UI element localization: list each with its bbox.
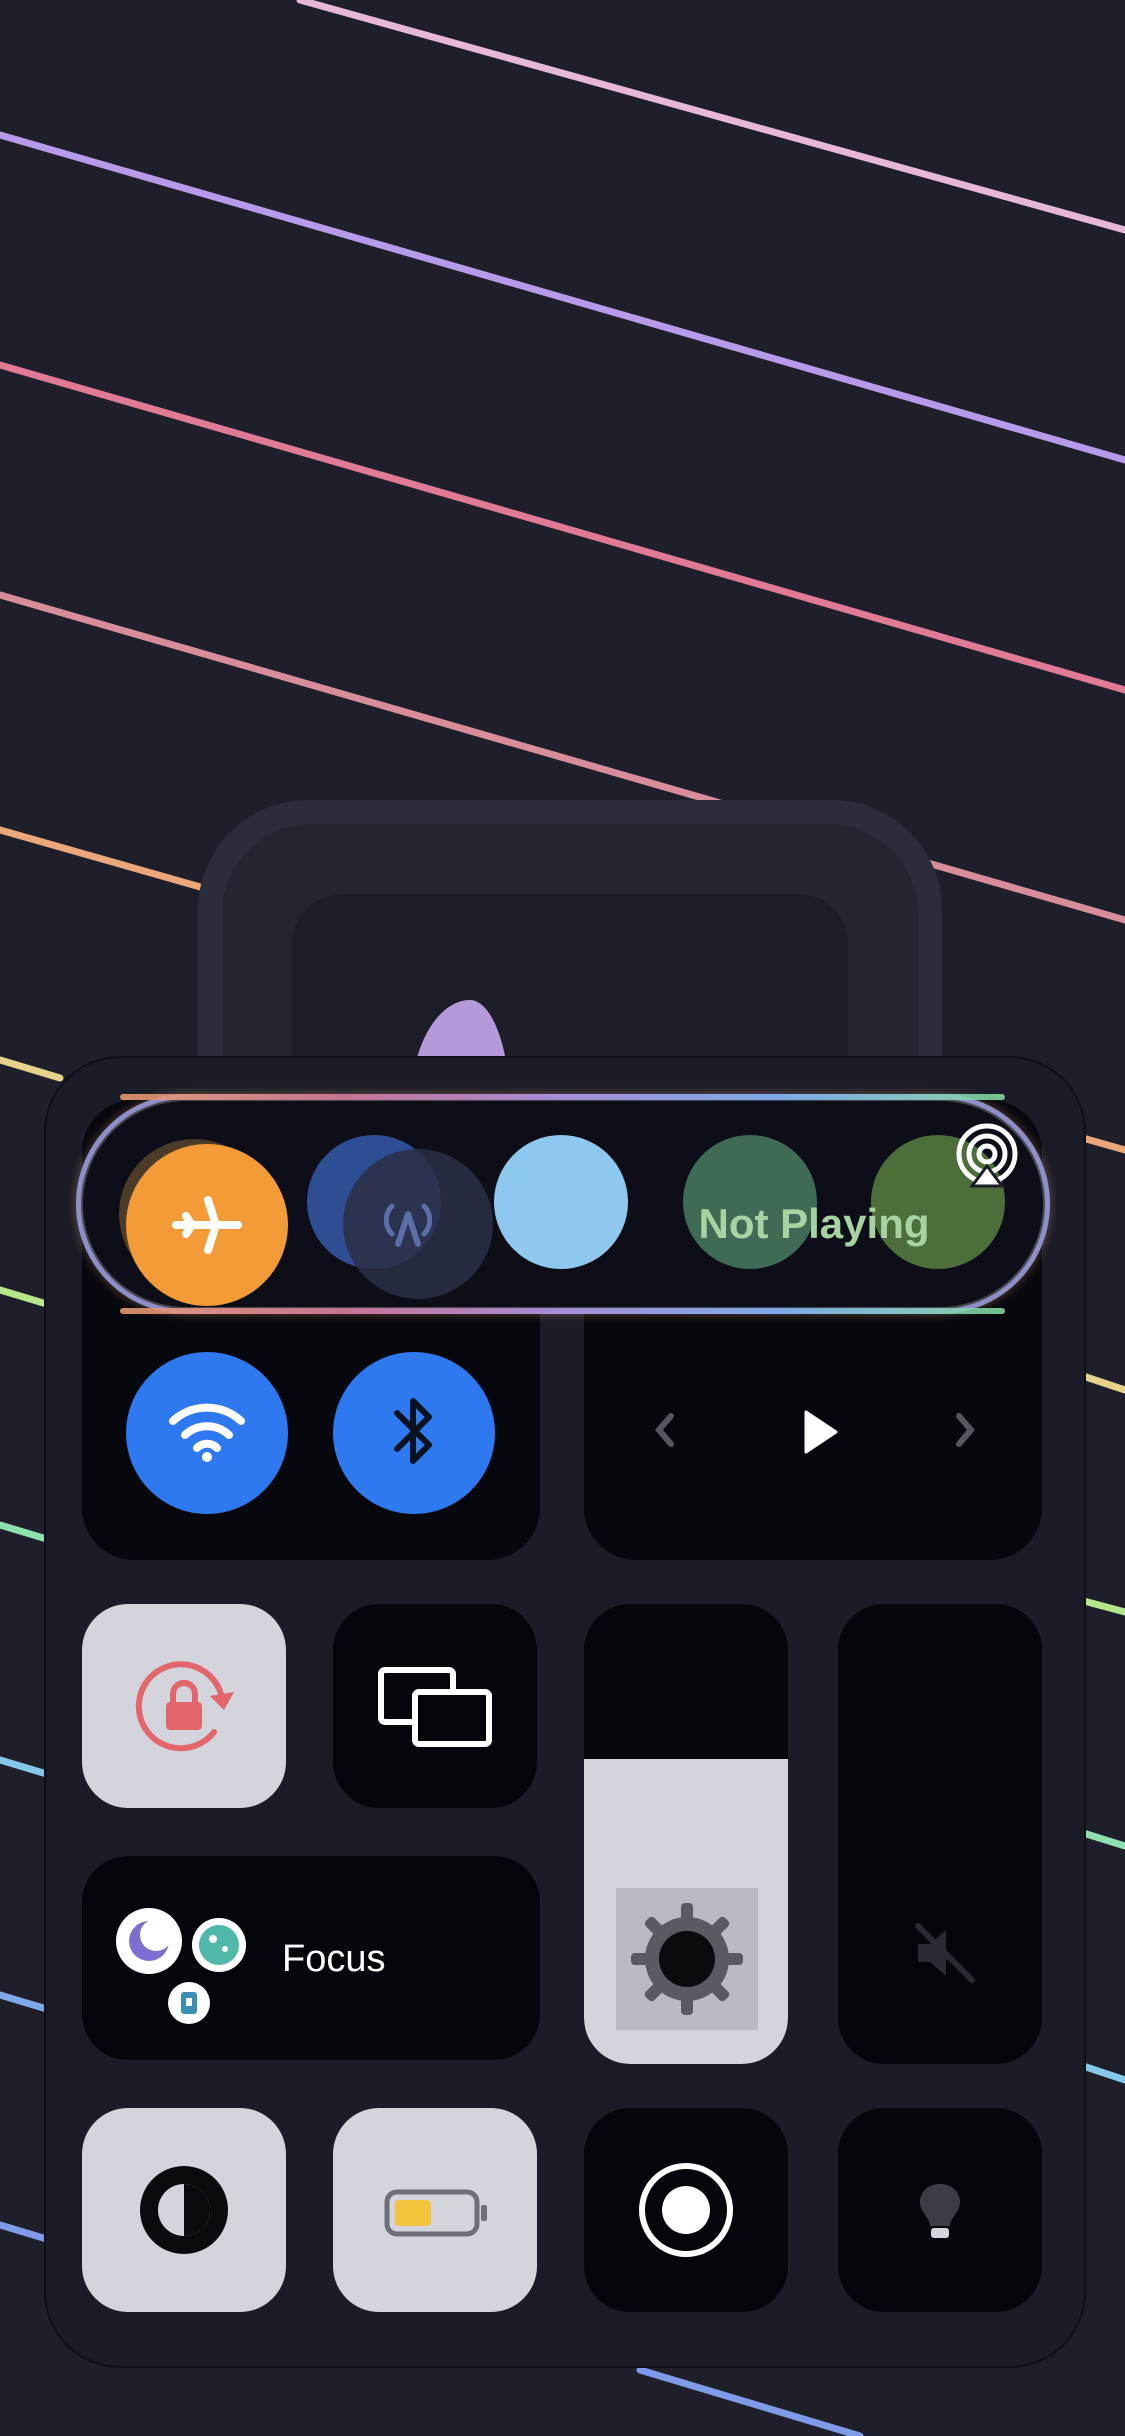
cellular-data-button[interactable]: [378, 1190, 438, 1260]
brightness-icon: [631, 1903, 743, 2015]
focus-label: Focus: [282, 1938, 386, 1980]
airplane-icon: [172, 1196, 242, 1254]
dark-mode-icon: [140, 2166, 228, 2254]
previous-button[interactable]: [640, 1400, 690, 1460]
pill-top-glow: [120, 1094, 1005, 1100]
next-icon: [956, 1413, 975, 1447]
mute-icon: [915, 1923, 975, 1983]
brightness-slider[interactable]: [584, 1604, 788, 2064]
low-power-button[interactable]: [333, 2108, 537, 2312]
focus-button[interactable]: Focus: [82, 1856, 540, 2060]
focus-badge-icon: [181, 1992, 197, 2014]
airplay-icon: [956, 1123, 1018, 1188]
airplay-button[interactable]: [952, 1120, 1022, 1190]
bluetooth-bubble-faded: [494, 1135, 628, 1269]
screen-mirroring-button[interactable]: [333, 1604, 537, 1808]
focus-moon-badge: [116, 1908, 182, 1974]
airplane-mode-button[interactable]: [126, 1144, 288, 1306]
rotation-lock-button[interactable]: [82, 1604, 286, 1808]
previous-icon: [655, 1413, 674, 1447]
screen-mirroring-icon: [378, 1667, 492, 1747]
screen-record-button[interactable]: [584, 2108, 788, 2312]
focus-work-badge: [168, 1982, 210, 2024]
dark-mode-button[interactable]: [82, 2108, 286, 2312]
play-icon: [804, 1410, 838, 1454]
rotation-lock-icon: [135, 1661, 234, 1752]
focus-moon-icon: [129, 1919, 172, 1961]
play-button[interactable]: [790, 1402, 850, 1462]
pill-bottom-glow: [120, 1308, 1005, 1314]
cellular-icon: [383, 1203, 433, 1247]
next-button[interactable]: [940, 1400, 990, 1460]
now-playing-label: Not Playing: [698, 1200, 930, 1247]
focus-dashboard-icon: [199, 1925, 239, 1965]
wifi-button[interactable]: [126, 1352, 288, 1514]
focus-dashboard-badge: [192, 1918, 246, 1972]
low-power-icon: [384, 2189, 487, 2237]
volume-slider[interactable]: [838, 1604, 1042, 2064]
screen-record-icon: [639, 2163, 733, 2257]
brightness-icon-box: [616, 1888, 758, 2030]
flashlight-icon: [920, 2184, 960, 2238]
bluetooth-button[interactable]: [333, 1352, 495, 1514]
wifi-icon: [167, 1399, 247, 1468]
bluetooth-icon: [389, 1391, 439, 1476]
flashlight-button[interactable]: [838, 2108, 1042, 2312]
